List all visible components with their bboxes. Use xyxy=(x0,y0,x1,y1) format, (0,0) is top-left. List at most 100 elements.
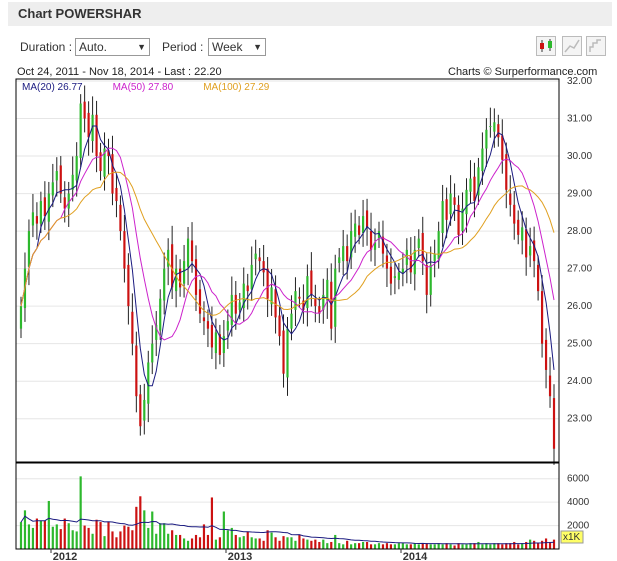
candle-up xyxy=(238,302,241,310)
volume-bar xyxy=(537,543,540,549)
candlesticks xyxy=(19,85,556,465)
volume-bar xyxy=(39,520,42,549)
volume-bar xyxy=(354,543,357,549)
volume-bar xyxy=(83,525,86,549)
candle-down xyxy=(473,176,476,202)
volume-bar xyxy=(31,527,35,549)
candle-up xyxy=(226,321,229,331)
volume-bar xyxy=(544,538,548,549)
price-tick-label: 31.00 xyxy=(567,114,592,125)
volume-bar xyxy=(254,538,257,549)
candle-down xyxy=(258,257,261,262)
candle-up xyxy=(163,268,166,301)
candle-up xyxy=(481,148,484,172)
volume-bar xyxy=(405,544,408,549)
candle-up xyxy=(290,313,293,329)
volume-bar xyxy=(194,534,198,549)
volume-bar xyxy=(230,527,233,549)
volume-bar xyxy=(190,538,194,549)
x-tick-label: 2014 xyxy=(403,551,428,561)
price-volume-chart: 32.00 31.00 30.00 29.00 28.00 27.00 26.00 25.00… xyxy=(15,76,592,561)
volume-bar xyxy=(27,524,31,549)
price-tick-label: 26.00 xyxy=(567,301,592,312)
candle-down xyxy=(365,210,369,228)
candle-up xyxy=(151,343,154,363)
candle-down xyxy=(525,229,528,258)
candle-down xyxy=(43,197,46,217)
candle-down xyxy=(389,266,393,284)
volume-bar xyxy=(282,536,285,549)
candle-up xyxy=(401,268,404,273)
volume-bar xyxy=(358,543,361,549)
volume-bar xyxy=(409,544,412,549)
volume-bar xyxy=(270,532,273,549)
volume-bar xyxy=(123,525,126,549)
volume-bar xyxy=(338,543,341,549)
volume-bar xyxy=(306,539,309,549)
volume-bar xyxy=(186,540,190,549)
candle-down xyxy=(509,193,512,205)
candle-down xyxy=(298,296,301,299)
candle-down xyxy=(127,264,130,307)
volume-bar xyxy=(250,537,253,549)
price-tick-label: 25.00 xyxy=(567,339,592,350)
volume-bar xyxy=(294,540,297,549)
volume-bar xyxy=(246,531,249,549)
volume-bar xyxy=(182,538,186,549)
price-tick-label: 29.00 xyxy=(567,189,592,200)
volume-bar xyxy=(111,531,114,549)
price-tick-label: 27.00 xyxy=(567,264,592,275)
volume-bar xyxy=(310,540,313,549)
candle-down xyxy=(346,246,349,262)
candle-down xyxy=(246,285,249,292)
volume-bar xyxy=(314,539,317,549)
candle-down xyxy=(206,321,210,329)
price-tick-label: 28.00 xyxy=(567,226,592,237)
candle-down xyxy=(282,330,285,374)
volume-bar xyxy=(373,544,377,549)
volume-bar xyxy=(453,545,456,549)
candle-down xyxy=(83,101,86,119)
candle-down xyxy=(314,298,317,307)
volume-bar xyxy=(79,476,82,549)
candle-up xyxy=(51,182,54,196)
volume-bar xyxy=(381,544,385,549)
candle-up xyxy=(485,129,488,149)
volume-bar xyxy=(198,537,202,549)
volume-bar xyxy=(334,534,337,549)
volume-bar xyxy=(278,540,281,549)
candle-down xyxy=(552,398,556,449)
candle-down xyxy=(453,197,456,205)
candle-down xyxy=(115,187,118,202)
volume-bar xyxy=(397,543,400,549)
candle-up xyxy=(186,238,190,267)
volume-bar xyxy=(274,537,277,549)
candle-up xyxy=(159,298,162,331)
volume-bar xyxy=(330,541,333,549)
volume-unit-label: x1K xyxy=(563,532,581,543)
candle-down xyxy=(87,112,90,138)
candle-up xyxy=(529,246,532,256)
price-tick-label: 24.00 xyxy=(567,376,592,387)
candle-up xyxy=(55,171,58,181)
volume-bar xyxy=(369,544,373,549)
volume-bar xyxy=(481,544,484,549)
volume-bar xyxy=(59,529,62,549)
volume-bar xyxy=(342,544,345,549)
volume-bar xyxy=(401,543,404,549)
candle-up xyxy=(79,103,82,158)
candle-down xyxy=(202,317,206,322)
candle-up xyxy=(397,272,400,280)
volume-bar xyxy=(421,543,424,549)
candle-down xyxy=(501,135,504,160)
candle-up xyxy=(469,178,472,192)
candle-down xyxy=(409,255,412,273)
volume-bar xyxy=(107,522,110,549)
volume-bar xyxy=(175,534,178,549)
volume-bar xyxy=(290,537,293,549)
candle-up xyxy=(429,264,432,295)
volume-bar xyxy=(222,511,225,549)
volume-bar xyxy=(477,541,480,549)
volume-bar xyxy=(226,530,229,549)
volume-bar xyxy=(429,544,432,549)
